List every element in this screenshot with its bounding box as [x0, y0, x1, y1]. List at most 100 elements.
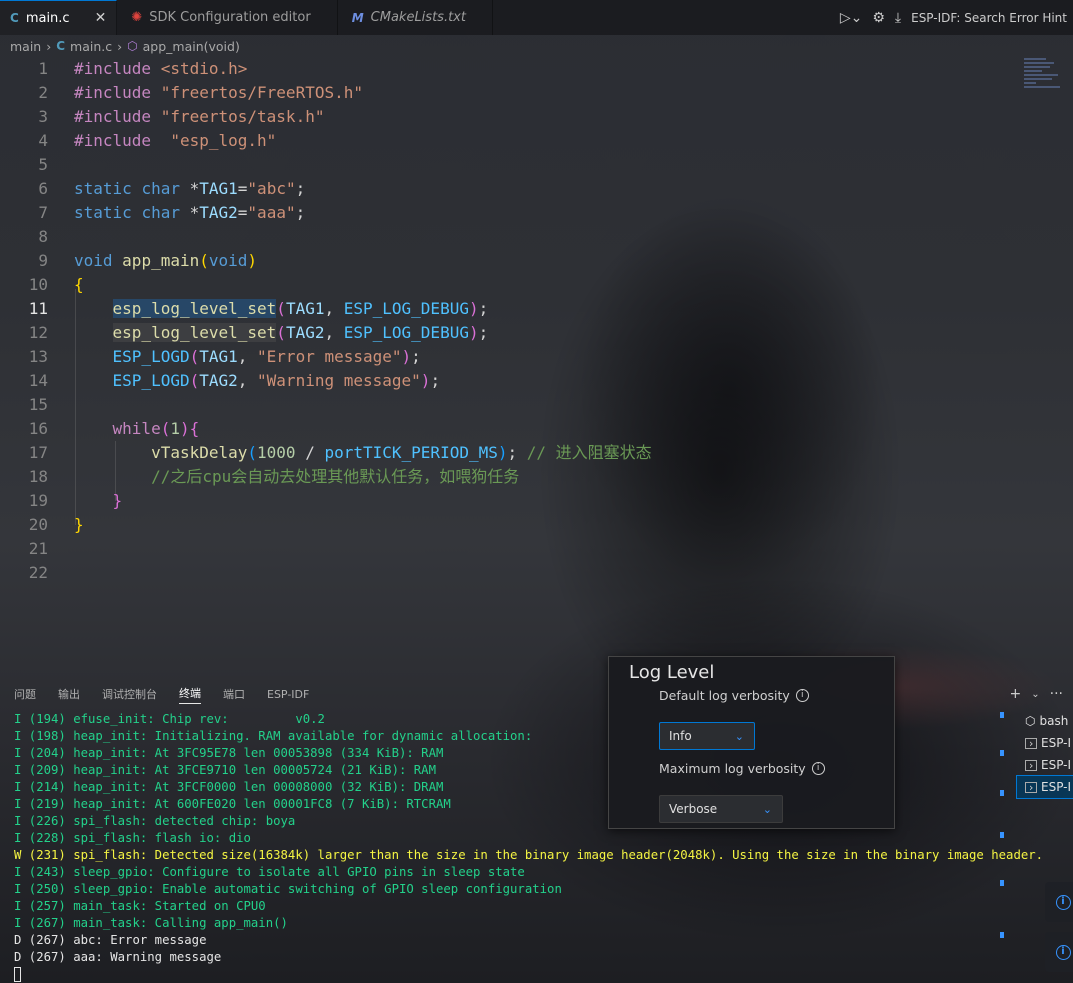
token: <stdio.h>	[160, 59, 248, 78]
breadcrumb-symbol[interactable]: app_main(void)	[143, 39, 240, 54]
token: (	[199, 251, 209, 270]
maximum-log-verbosity-select[interactable]: Verbose ⌄	[659, 795, 783, 823]
cube-icon: ⬡	[1025, 714, 1036, 728]
code-line: 8	[0, 225, 1000, 249]
code-line: 10 {	[0, 273, 1000, 297]
token: TAG1	[199, 179, 238, 198]
breadcrumb-folder[interactable]: main	[10, 39, 41, 54]
line-number: 14	[28, 371, 48, 390]
tab-debug-console[interactable]: 调试控制台	[102, 686, 157, 702]
terminal-item-label: ESP-I	[1041, 758, 1072, 772]
line-number: 12	[28, 323, 48, 342]
token: while	[112, 419, 161, 438]
code-line: 9 void app_main(void)	[0, 249, 1000, 273]
token: ;	[295, 203, 306, 222]
terminal-list: ⬡ bash › ESP-I › ESP-I › ESP-I	[1016, 710, 1073, 799]
token: ESP_LOG_DEBUG	[343, 323, 469, 342]
token: {	[189, 419, 200, 438]
terminal-item-esp-idf[interactable]: › ESP-I	[1017, 754, 1073, 776]
code-line: 11 esp_log_level_set(TAG1, ESP_LOG_DEBUG…	[0, 297, 1000, 321]
token: void	[74, 251, 113, 270]
info-icon[interactable]: i	[795, 689, 809, 702]
breadcrumb-file[interactable]: main.c	[70, 39, 112, 54]
default-log-verbosity-select[interactable]: Info ⌄	[659, 722, 755, 750]
close-icon[interactable]: ✕	[95, 10, 107, 26]
token: "aaa"	[247, 203, 296, 222]
token: ESP_LOGD	[112, 347, 190, 366]
notification-info-button[interactable]: i	[1045, 932, 1073, 972]
token: #include	[74, 107, 152, 126]
token: (	[247, 443, 258, 462]
tab-ports[interactable]: 端口	[223, 686, 245, 702]
line-number: 10	[28, 275, 48, 294]
terminal-line: I (243) sleep_gpio: Configure to isolate…	[14, 865, 525, 879]
maximum-log-verbosity-label: Maximum log verbosity i	[659, 761, 825, 776]
tab-main-c[interactable]: C main.c ✕	[0, 0, 118, 35]
line-number: 1	[38, 59, 48, 78]
line-number: 4	[38, 131, 48, 150]
token: static	[74, 179, 132, 198]
terminal-item-esp-idf[interactable]: › ESP-I	[1017, 732, 1073, 754]
token: TAG2	[199, 371, 238, 390]
add-terminal-button[interactable]: +	[1010, 686, 1022, 702]
tab-output[interactable]: 输出	[58, 686, 80, 702]
token: #include	[74, 131, 152, 150]
more-actions-button[interactable]: ···	[1050, 686, 1063, 702]
code-line: 13 ESP_LOGD(TAG1, "Error message");	[0, 345, 1000, 369]
code-line: 2 #include "freertos/FreeRTOS.h"	[0, 81, 1000, 105]
token: #include	[74, 59, 152, 78]
tab-terminal[interactable]: 终端	[179, 685, 201, 704]
token: TAG1	[199, 347, 238, 366]
token: )	[468, 323, 479, 342]
terminal-item-label: bash	[1039, 714, 1069, 728]
line-number: 3	[38, 107, 48, 126]
token: "Warning message"	[257, 371, 421, 390]
terminal-line: D (267) aaa: Warning message	[14, 950, 222, 964]
terminal-item-bash[interactable]: ⬡ bash	[1017, 710, 1073, 732]
code-line: 7 static char *TAG2="aaa";	[0, 201, 1000, 225]
select-value: Verbose	[669, 802, 718, 816]
line-number: 17	[28, 443, 48, 462]
token: ;	[478, 299, 489, 318]
espidf-search-error-hint-button[interactable]: ESP-IDF: Search Error Hint	[911, 11, 1067, 25]
line-number: 6	[38, 179, 48, 198]
token: char	[141, 179, 180, 198]
tab-label: SDK Configuration editor	[149, 10, 311, 25]
line-number: 15	[28, 395, 48, 414]
terminal-item-label: ESP-I	[1041, 736, 1072, 750]
line-number: 16	[28, 419, 48, 438]
token: "freertos/FreeRTOS.h"	[160, 83, 363, 102]
token: "esp_log.h"	[170, 131, 277, 150]
code-line: 16 while(1){	[0, 417, 1000, 441]
token: ,	[237, 371, 258, 390]
token: #include	[74, 83, 152, 102]
info-icon[interactable]: i	[811, 762, 825, 775]
chevron-right-icon: ›	[46, 38, 52, 54]
panel-tab-bar: 问题 输出 调试控制台 终端 端口 ESP-IDF	[0, 683, 1073, 705]
code-line: 17 vTaskDelay(1000 / portTICK_PERIOD_MS)…	[0, 441, 1000, 465]
terminal-line: I (228) spi_flash: flash io: dio	[14, 831, 251, 845]
token: ESP_LOGD	[112, 371, 190, 390]
download-icon[interactable]: ⤓	[895, 10, 901, 26]
run-debug-icon[interactable]: ▷⌄	[840, 10, 863, 26]
notification-info-button[interactable]: i	[1045, 882, 1073, 922]
token: 1000	[257, 443, 296, 462]
editor-actions: ▷⌄ ⚙ ⤓ ESP-IDF: Search Error Hint	[840, 0, 1073, 35]
gear-icon[interactable]: ⚙	[872, 10, 885, 26]
terminal-item-esp-idf[interactable]: › ESP-I	[1016, 775, 1073, 799]
code-editor[interactable]: 1 #include <stdio.h> 2 #include "freertos/…	[0, 57, 1020, 677]
chevron-down-icon[interactable]: ⌄	[1031, 689, 1039, 700]
minimap[interactable]	[1024, 58, 1064, 98]
terminal-prompt[interactable]	[14, 966, 999, 983]
cmake-file-icon: M	[351, 10, 364, 25]
token: (	[189, 347, 200, 366]
token: )	[247, 251, 258, 270]
code-line: 3 #include "freertos/task.h"	[0, 105, 1000, 129]
terminal-line: D (267) abc: Error message	[14, 933, 207, 947]
terminal-line: I (250) sleep_gpio: Enable automatic swi…	[14, 882, 562, 896]
tab-problems[interactable]: 问题	[14, 686, 36, 702]
tab-cmakelists[interactable]: M CMakeLists.txt	[338, 0, 493, 35]
tab-esp-idf[interactable]: ESP-IDF	[267, 688, 309, 701]
code-line: 15	[0, 393, 1000, 417]
tab-sdk-configuration-editor[interactable]: ✺ SDK Configuration editor	[117, 0, 338, 35]
